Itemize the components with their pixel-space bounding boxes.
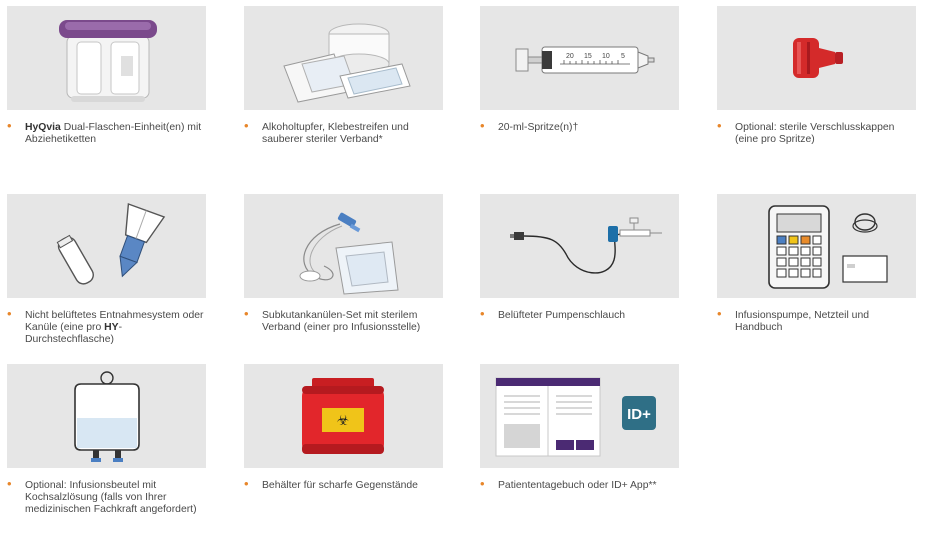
swabs-caption-text: Alkoholtupfer, Klebestreifen und saubere…	[262, 122, 409, 146]
swabs-image	[244, 6, 443, 110]
needle-set-caption: • Subkutankanülen-Set mit sterilem Verba…	[244, 306, 443, 334]
transfer-device-caption: • Nicht belüftetes Entnahmesystem oder K…	[7, 306, 206, 347]
syringe-mark-20: 20	[566, 53, 574, 60]
app-label: ID+	[627, 406, 651, 423]
infusion-pump-icon	[768, 205, 888, 289]
bullet-icon: •	[7, 476, 12, 491]
sharps-container-image: ☣	[244, 364, 443, 468]
bullet-icon: •	[244, 306, 249, 321]
syringe-mark-10: 10	[602, 53, 610, 60]
hyqvia-caption: • HyQvia Dual-Flaschen-Einheit(en) mit A…	[7, 118, 206, 146]
syringe-caption: • 20-ml-Spritze(n)†	[480, 118, 679, 134]
syringe-icon: 20 15 10 5	[515, 46, 655, 74]
sharps-container-icon: ☣	[302, 378, 384, 454]
saline-bag-caption-text: Optional: Infusionsbeutel mit Kochsalzlö…	[25, 480, 197, 516]
transfer-device-image	[7, 194, 206, 298]
bullet-icon: •	[717, 306, 722, 321]
bullet-icon: •	[480, 306, 485, 321]
diary-and-app-icon: ID+	[495, 377, 656, 457]
transfer-device-icon	[56, 203, 166, 285]
syringe-mark-15: 15	[584, 53, 592, 60]
bullet-icon: •	[244, 118, 249, 133]
caps-image	[717, 6, 916, 110]
syringe-image: 20 15 10 5	[480, 6, 679, 110]
swabs-and-tape-icon	[283, 23, 411, 103]
caps-caption-text: Optional: sterile Verschlusskappen (eine…	[735, 122, 895, 146]
sharps-container-caption: • Behälter für scharfe Gegenstände	[244, 476, 443, 492]
bullet-icon: •	[7, 306, 12, 321]
saline-bag-image	[7, 364, 206, 468]
bullet-icon: •	[717, 118, 722, 133]
diary-app-caption-text: Patiententagebuch oder ID+ App**	[498, 480, 657, 491]
infusion-pump-image	[717, 194, 916, 298]
syringe-caption-text: 20-ml-Spritze(n)†	[498, 122, 579, 133]
caps-caption: • Optional: sterile Verschlusskappen (ei…	[717, 118, 916, 146]
bullet-icon: •	[480, 476, 485, 491]
hyqvia-brand: HyQvia	[25, 122, 61, 133]
bullet-icon: •	[7, 118, 12, 133]
bullet-icon: •	[480, 118, 485, 133]
saline-bag-icon	[74, 371, 140, 462]
pump-tubing-icon	[510, 217, 662, 274]
syringe-mark-5: 5	[621, 53, 625, 60]
needle-set-icon	[299, 212, 399, 295]
pump-tubing-image	[480, 194, 679, 298]
needle-set-caption-text: Subkutankanülen-Set mit sterilem Verband…	[262, 310, 421, 334]
infusion-pump-caption-text: Infusionspumpe, Netzteil und Handbuch	[735, 310, 870, 334]
sterile-cap-icon	[793, 38, 843, 78]
hyqvia-unit-image	[7, 6, 206, 110]
bullet-icon: •	[244, 476, 249, 491]
infusion-pump-caption: • Infusionspumpe, Netzteil und Handbuch	[717, 306, 916, 334]
hy-brand: HY	[104, 322, 119, 334]
pump-tubing-caption: • Belüfteter Pumpenschlauch	[480, 306, 679, 322]
pump-tubing-caption-text: Belüfteter Pumpenschlauch	[498, 310, 626, 321]
sharps-container-caption-text: Behälter für scharfe Gegenstände	[262, 480, 418, 491]
needle-set-image	[244, 194, 443, 298]
diary-app-caption: • Patiententagebuch oder ID+ App**	[480, 476, 679, 492]
saline-bag-caption: • Optional: Infusionsbeutel mit Kochsalz…	[7, 476, 206, 517]
hyqvia-dual-vial-icon	[59, 20, 157, 102]
swabs-caption: • Alkoholtupfer, Klebestreifen und saube…	[244, 118, 443, 146]
biohazard-icon: ☣	[337, 413, 350, 429]
diary-app-image: ID+	[480, 364, 679, 468]
